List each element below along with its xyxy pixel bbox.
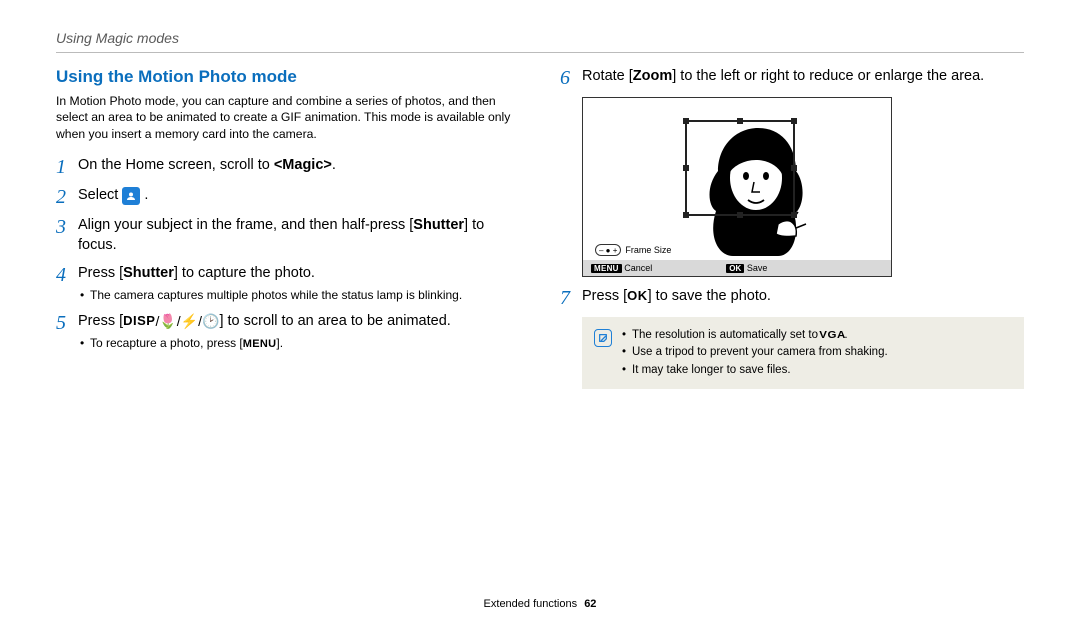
step-1: 1 On the Home screen, scroll to <Magic>. <box>56 156 520 178</box>
step-number: 7 <box>560 287 582 309</box>
intro-paragraph: In Motion Photo mode, you can capture an… <box>56 93 520 142</box>
step-4-sub: The camera captures multiple photos whil… <box>78 287 462 304</box>
step-number: 4 <box>56 264 78 286</box>
section-title: Using the Motion Photo mode <box>56 67 520 87</box>
step-7: 7 Press [OK] to save the photo. <box>560 287 1024 309</box>
menu-badge: MENU <box>591 264 622 273</box>
note-icon <box>594 329 612 347</box>
step-number: 3 <box>56 216 78 238</box>
note-3: It may take longer to save files. <box>622 362 888 379</box>
note-1: The resolution is automatically set to V… <box>622 327 888 344</box>
left-column: Using the Motion Photo mode In Motion Ph… <box>56 67 520 389</box>
macro-icon: 🌷 <box>159 313 176 329</box>
flash-icon: ⚡ <box>181 313 198 329</box>
page-number: 62 <box>584 598 596 610</box>
motion-photo-mode-icon <box>122 187 140 205</box>
step-number: 6 <box>560 67 582 89</box>
ok-key: OK <box>627 288 648 303</box>
step-4: 4 Press [Shutter] to capture the photo. … <box>56 264 520 304</box>
step-number: 1 <box>56 156 78 178</box>
step-number: 2 <box>56 186 78 208</box>
selection-frame <box>685 120 795 216</box>
vga-label: VGA <box>819 328 846 343</box>
page-footer: Extended functions 62 <box>0 598 1080 610</box>
step-5: 5 Press [DISP/🌷/⚡/🕑] to scroll to an are… <box>56 312 520 353</box>
step-3: 3 Align your subject in the frame, and t… <box>56 216 520 255</box>
step-2: 2 Select . <box>56 186 520 208</box>
menu-key: MENU <box>243 338 277 350</box>
note-2: Use a tripod to prevent your camera from… <box>622 344 888 361</box>
breadcrumb: Using Magic modes <box>56 0 1024 53</box>
timer-icon: 🕑 <box>202 313 219 329</box>
frame-size-indicator: ‒ ● + Frame Size <box>595 244 671 256</box>
step-6: 6 Rotate [Zoom] to the left or right to … <box>560 67 1024 89</box>
disp-key: DISP <box>123 313 155 328</box>
zoom-pill-icon: ‒ ● + <box>595 244 621 256</box>
right-column: 6 Rotate [Zoom] to the left or right to … <box>560 67 1024 389</box>
ok-badge: OK <box>726 264 744 273</box>
step-number: 5 <box>56 312 78 334</box>
camera-preview-screen: ‒ ● + Frame Size MENU Cancel OK Save <box>582 97 892 277</box>
camera-bottom-bar: MENU Cancel OK Save <box>583 260 891 276</box>
breadcrumb-text: Using Magic modes <box>56 30 179 46</box>
step-5-sub: To recapture a photo, press [MENU]. <box>78 335 451 352</box>
note-box: The resolution is automatically set to V… <box>582 317 1024 389</box>
